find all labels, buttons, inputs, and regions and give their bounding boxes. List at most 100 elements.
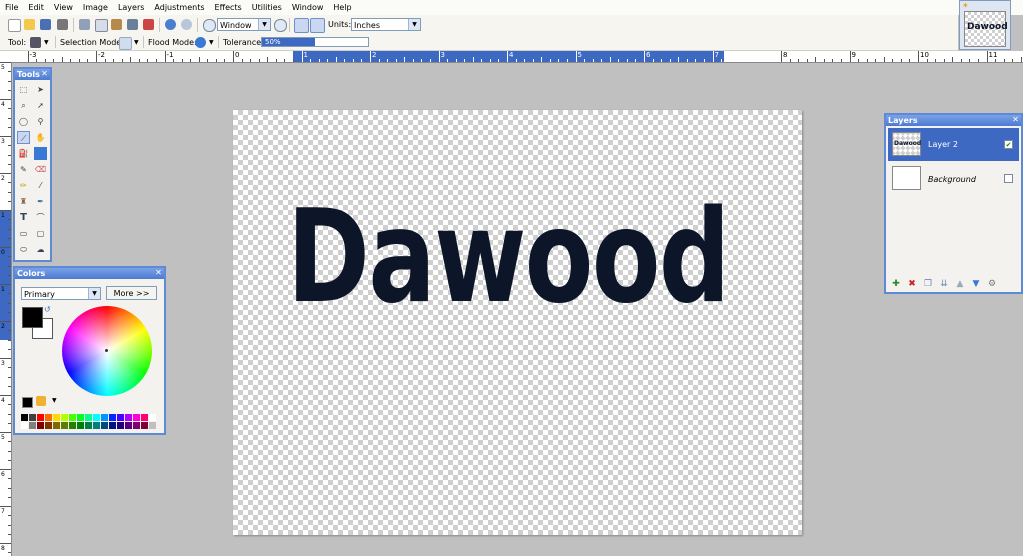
swap-colors-icon[interactable]: ↺	[44, 305, 51, 314]
menu-image[interactable]: Image	[78, 0, 113, 15]
palette-swatch[interactable]	[141, 422, 148, 429]
menu-effects[interactable]: Effects	[210, 0, 247, 15]
palette-swatch[interactable]	[109, 422, 116, 429]
palette-swatch[interactable]	[77, 414, 84, 421]
colors-panel-titlebar[interactable]: Colors ✕	[15, 268, 164, 279]
cut-icon[interactable]	[79, 19, 90, 30]
paintbrush-icon[interactable]: ✎	[17, 163, 30, 176]
undo-icon[interactable]	[165, 19, 176, 30]
rulers-icon[interactable]	[310, 18, 325, 33]
redo-icon[interactable]	[181, 19, 192, 30]
palette-swatch[interactable]	[37, 414, 44, 421]
layers-panel-titlebar[interactable]: Layers ✕	[886, 115, 1021, 126]
clone-stamp-icon[interactable]: ♜	[17, 195, 30, 208]
tolerance-slider[interactable]: 50%	[261, 37, 369, 47]
zoom-select[interactable]: Window ▼	[217, 18, 271, 31]
menu-adjustments[interactable]: Adjustments	[149, 0, 209, 15]
palette-swatch[interactable]	[53, 414, 60, 421]
chevron-down-icon[interactable]: ▼	[52, 397, 57, 404]
chevron-down-icon[interactable]: ▼	[44, 36, 49, 49]
magic-wand-icon[interactable]	[30, 37, 41, 48]
crop-icon[interactable]	[127, 19, 138, 30]
palette-swatch[interactable]	[69, 414, 76, 421]
chevron-down-icon[interactable]: ▼	[134, 36, 139, 49]
palette-swatch[interactable]	[149, 422, 156, 429]
palette-swatch[interactable]	[117, 414, 124, 421]
palette-swatch[interactable]	[29, 414, 36, 421]
palette-swatch[interactable]	[61, 414, 68, 421]
menu-edit[interactable]: Edit	[23, 0, 49, 15]
move-selected-icon[interactable]: ➚	[34, 99, 47, 112]
palette-swatch[interactable]	[45, 422, 52, 429]
reset-colors-icon[interactable]	[22, 397, 33, 408]
open-icon[interactable]	[24, 19, 35, 30]
image-tab[interactable]: Dawood ✶	[959, 0, 1011, 50]
palette-swatch[interactable]	[109, 414, 116, 421]
close-icon[interactable]: ✕	[40, 69, 49, 78]
pan-icon[interactable]: ✋	[34, 131, 47, 144]
lasso-select-icon[interactable]: ⌕	[17, 99, 30, 112]
palette-swatch[interactable]	[45, 414, 52, 421]
text-icon[interactable]: T	[17, 211, 30, 224]
chevron-down-icon[interactable]: ▼	[258, 19, 270, 30]
palette-swatch[interactable]	[77, 422, 84, 429]
delete-layer-icon[interactable]: ✖	[906, 278, 918, 290]
palette-swatch[interactable]	[37, 422, 44, 429]
eraser-icon[interactable]: ⌫	[34, 163, 47, 176]
menu-window[interactable]: Window	[287, 0, 329, 15]
move-layer-up-icon[interactable]: ▲	[954, 278, 966, 290]
freeform-shape-icon[interactable]: ☁	[34, 243, 47, 256]
recolor-icon[interactable]: ✒	[34, 195, 47, 208]
ellipse-icon[interactable]: ⬭	[17, 243, 30, 256]
palette-swatch[interactable]	[149, 414, 156, 421]
rounded-rectangle-icon[interactable]: ▢	[34, 227, 47, 240]
copy-icon[interactable]	[95, 19, 108, 32]
palette-swatch[interactable]	[29, 422, 36, 429]
palette-swatch[interactable]	[85, 414, 92, 421]
menu-help[interactable]: Help	[328, 0, 356, 15]
palette-swatch[interactable]	[69, 422, 76, 429]
color-picker-icon[interactable]: ⁄	[34, 179, 47, 192]
ellipse-select-icon[interactable]: ◯	[17, 115, 30, 128]
close-icon[interactable]: ✕	[1011, 115, 1020, 124]
chevron-down-icon[interactable]: ▼	[408, 19, 420, 30]
units-select[interactable]: Inches ▼	[351, 18, 421, 31]
primary-color-swatch[interactable]	[22, 307, 43, 328]
menu-layers[interactable]: Layers	[113, 0, 149, 15]
palette-swatch[interactable]	[93, 414, 100, 421]
add-layer-icon[interactable]: ✚	[890, 278, 902, 290]
deselect-icon[interactable]	[143, 19, 154, 30]
palette-swatch[interactable]	[61, 422, 68, 429]
palette-swatch[interactable]	[141, 414, 148, 421]
layer-row[interactable]: Background	[888, 162, 1019, 195]
palette-swatch[interactable]	[85, 422, 92, 429]
color-mode-select[interactable]: Primary ▼	[21, 287, 101, 300]
palette-icon[interactable]	[36, 396, 46, 406]
more-button[interactable]: More >>	[106, 286, 157, 300]
pencil-icon[interactable]: ✏	[17, 179, 30, 192]
move-layer-down-icon[interactable]: ▼	[970, 278, 982, 290]
grid-icon[interactable]	[294, 18, 309, 33]
duplicate-layer-icon[interactable]: ❐	[922, 278, 934, 290]
palette-swatch[interactable]	[133, 414, 140, 421]
paste-icon[interactable]	[111, 19, 122, 30]
chevron-down-icon[interactable]: ▼	[209, 36, 214, 49]
palette-swatch[interactable]	[21, 422, 28, 429]
menu-view[interactable]: View	[49, 0, 78, 15]
menu-utilities[interactable]: Utilities	[247, 0, 287, 15]
palette-swatch[interactable]	[125, 422, 132, 429]
zoom-in-icon[interactable]	[274, 19, 287, 32]
paint-bucket-icon[interactable]: ⛽	[17, 147, 30, 160]
palette-swatch[interactable]	[117, 422, 124, 429]
image-canvas[interactable]: Dawood	[233, 110, 802, 535]
layer-visibility-checkbox[interactable]	[1004, 174, 1013, 183]
palette-swatch[interactable]	[101, 414, 108, 421]
magic-wand-tool-icon[interactable]: ⟋	[17, 131, 30, 144]
color-wheel[interactable]	[62, 306, 152, 396]
print-icon[interactable]	[57, 19, 68, 30]
zoom-icon[interactable]: ⚲	[34, 115, 47, 128]
palette-swatch[interactable]	[53, 422, 60, 429]
zoom-out-icon[interactable]	[203, 19, 216, 32]
flood-mode-icon[interactable]	[195, 37, 206, 48]
move-selection-icon[interactable]: ➤	[34, 83, 47, 96]
